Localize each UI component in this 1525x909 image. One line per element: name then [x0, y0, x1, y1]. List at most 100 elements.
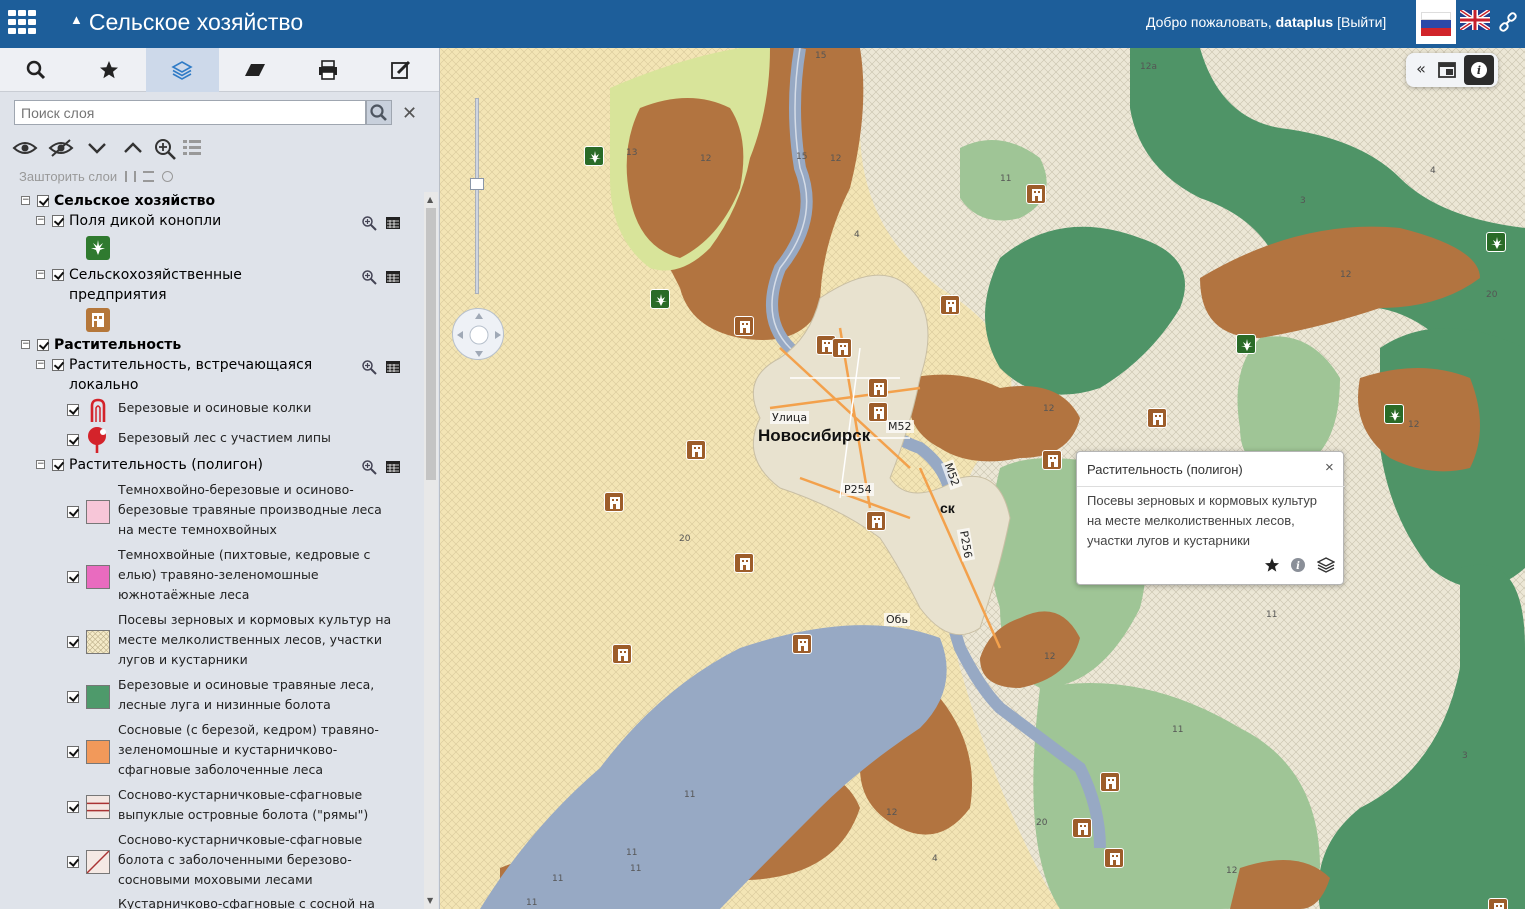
enterprise-marker-icon[interactable]: [868, 402, 888, 422]
collapse-toggle[interactable]: −: [36, 216, 45, 225]
legend-checkbox[interactable]: [67, 801, 79, 813]
symbol-checkbox[interactable]: [67, 434, 79, 446]
zoom-slider-knob[interactable]: [470, 178, 484, 190]
collapse-all-chevron-up-icon[interactable]: [120, 136, 146, 160]
logout-link[interactable]: [Выйти]: [1337, 14, 1386, 30]
layer-search-input[interactable]: [14, 100, 366, 125]
curtain-layers-control[interactable]: Зашторить слои: [19, 169, 173, 184]
enterprise-marker-icon[interactable]: [1100, 772, 1120, 792]
enterprise-marker-icon[interactable]: [612, 644, 632, 664]
expand-all-chevron-down-icon[interactable]: [84, 136, 110, 160]
legend-list-icon[interactable]: [180, 136, 206, 160]
attribute-table-icon[interactable]: [385, 215, 401, 231]
show-all-eye-icon[interactable]: [12, 136, 38, 160]
overview-window-icon[interactable]: [1434, 57, 1460, 83]
tab-edit[interactable]: [365, 48, 438, 92]
zoom-to-layer-icon[interactable]: [361, 359, 377, 375]
info-button[interactable]: i: [1464, 55, 1494, 85]
legend-checkbox[interactable]: [67, 636, 79, 648]
info-icon[interactable]: i: [1289, 556, 1307, 574]
layer-search-button[interactable]: [366, 100, 392, 125]
collapse-toggle[interactable]: −: [21, 340, 30, 349]
hemp-marker-icon[interactable]: [1236, 334, 1256, 354]
legend-checkbox[interactable]: [67, 856, 79, 868]
hemp-marker-icon[interactable]: [1384, 404, 1404, 424]
app-title[interactable]: ▲ Сельское хозяйство: [70, 9, 303, 36]
layer-label-local-vegetation[interactable]: Растительность, встречающаяся: [69, 355, 312, 375]
layer-checkbox[interactable]: [52, 459, 64, 471]
scroll-up-arrow-icon[interactable]: ▲: [427, 195, 433, 204]
attribute-table-icon[interactable]: [385, 359, 401, 375]
legend-checkbox[interactable]: [67, 506, 79, 518]
collapse-toggle[interactable]: −: [36, 270, 45, 279]
enterprise-marker-icon[interactable]: [604, 492, 624, 512]
collapse-toggle[interactable]: −: [36, 360, 45, 369]
hemp-marker-icon[interactable]: [584, 146, 604, 166]
popup-close-icon[interactable]: ×: [1325, 459, 1334, 476]
clear-search-icon[interactable]: ✕: [402, 103, 417, 124]
layer-label-agri-enterprises[interactable]: Сельскохозяйственные: [69, 265, 242, 285]
collapse-toggle[interactable]: −: [21, 196, 30, 205]
horizontal-split-icon[interactable]: [143, 171, 155, 182]
layer-checkbox[interactable]: [52, 269, 64, 281]
layer-checkbox[interactable]: [52, 215, 64, 227]
hemp-marker-icon[interactable]: [1486, 232, 1506, 252]
symbol-checkbox[interactable]: [67, 404, 79, 416]
enterprise-marker-icon[interactable]: [792, 634, 812, 654]
russian-flag-icon[interactable]: [1416, 0, 1456, 44]
enterprise-marker-icon[interactable]: [1072, 818, 1092, 838]
tab-search[interactable]: [0, 48, 73, 92]
tab-layers[interactable]: [146, 48, 219, 92]
zoom-to-layer-icon[interactable]: [152, 136, 178, 160]
zoom-to-layer-icon[interactable]: [361, 215, 377, 231]
layer-label-wild-hemp[interactable]: Поля дикой конопли: [69, 211, 221, 231]
enterprise-marker-icon[interactable]: [1147, 408, 1167, 428]
link-icon[interactable]: [1498, 12, 1518, 32]
circle-split-icon[interactable]: [161, 171, 173, 182]
layer-label-agri-enterprises-line2[interactable]: предприятия: [69, 285, 167, 305]
layer-checkbox[interactable]: [52, 359, 64, 371]
enterprise-marker-icon[interactable]: [1488, 898, 1508, 909]
enterprise-marker-icon[interactable]: [868, 378, 888, 398]
tab-print[interactable]: [292, 48, 365, 92]
enterprise-marker-icon[interactable]: [1104, 848, 1124, 868]
pan-control[interactable]: [452, 308, 504, 360]
enterprise-marker-icon[interactable]: [734, 553, 754, 573]
attribute-table-icon[interactable]: [385, 459, 401, 475]
collapse-toggle[interactable]: −: [36, 460, 45, 469]
enterprise-marker-icon[interactable]: [734, 316, 754, 336]
zoom-slider-track[interactable]: [475, 98, 479, 294]
zoom-to-layer-icon[interactable]: [361, 459, 377, 475]
tab-erase[interactable]: [219, 48, 292, 92]
star-icon[interactable]: [1263, 556, 1281, 574]
layer-label-vegetation-polygon[interactable]: Растительность (полигон): [69, 455, 263, 475]
enterprise-marker-icon[interactable]: [1042, 450, 1062, 470]
enterprise-marker-icon[interactable]: [686, 440, 706, 460]
tab-favorites[interactable]: [73, 48, 146, 92]
scroll-down-arrow-icon[interactable]: ▼: [427, 896, 433, 905]
zoom-to-layer-icon[interactable]: [361, 269, 377, 285]
layer-label-local-vegetation-line2[interactable]: локально: [69, 375, 138, 395]
hide-all-eye-icon[interactable]: [48, 136, 74, 160]
legend-checkbox[interactable]: [67, 571, 79, 583]
layer-checkbox[interactable]: [37, 339, 49, 351]
legend-checkbox[interactable]: [67, 746, 79, 758]
enterprise-marker-icon[interactable]: [866, 511, 886, 531]
map-canvas[interactable]: Новосибирск Улица M52 P254 M52 P256 Обь …: [440, 48, 1525, 909]
layer-checkbox[interactable]: [37, 195, 49, 207]
layers-icon[interactable]: [1317, 556, 1335, 574]
apps-grid-icon[interactable]: [8, 10, 38, 38]
group-label-vegetation[interactable]: Растительность: [54, 335, 181, 355]
legend-checkbox[interactable]: [67, 691, 79, 703]
zoom-slider[interactable]: [470, 98, 484, 294]
vertical-split-icon[interactable]: [124, 171, 136, 182]
enterprise-marker-icon[interactable]: [940, 295, 960, 315]
attribute-table-icon[interactable]: [385, 269, 401, 285]
collapse-double-chevron-icon[interactable]: «: [1408, 57, 1434, 83]
enterprise-marker-icon[interactable]: [832, 338, 852, 358]
uk-flag-icon[interactable]: [1460, 10, 1490, 30]
hemp-marker-icon[interactable]: [650, 289, 670, 309]
scrollbar-thumb[interactable]: [426, 208, 436, 480]
enterprise-marker-icon[interactable]: [1026, 184, 1046, 204]
group-label-agriculture[interactable]: Сельское хозяйство: [54, 191, 215, 211]
